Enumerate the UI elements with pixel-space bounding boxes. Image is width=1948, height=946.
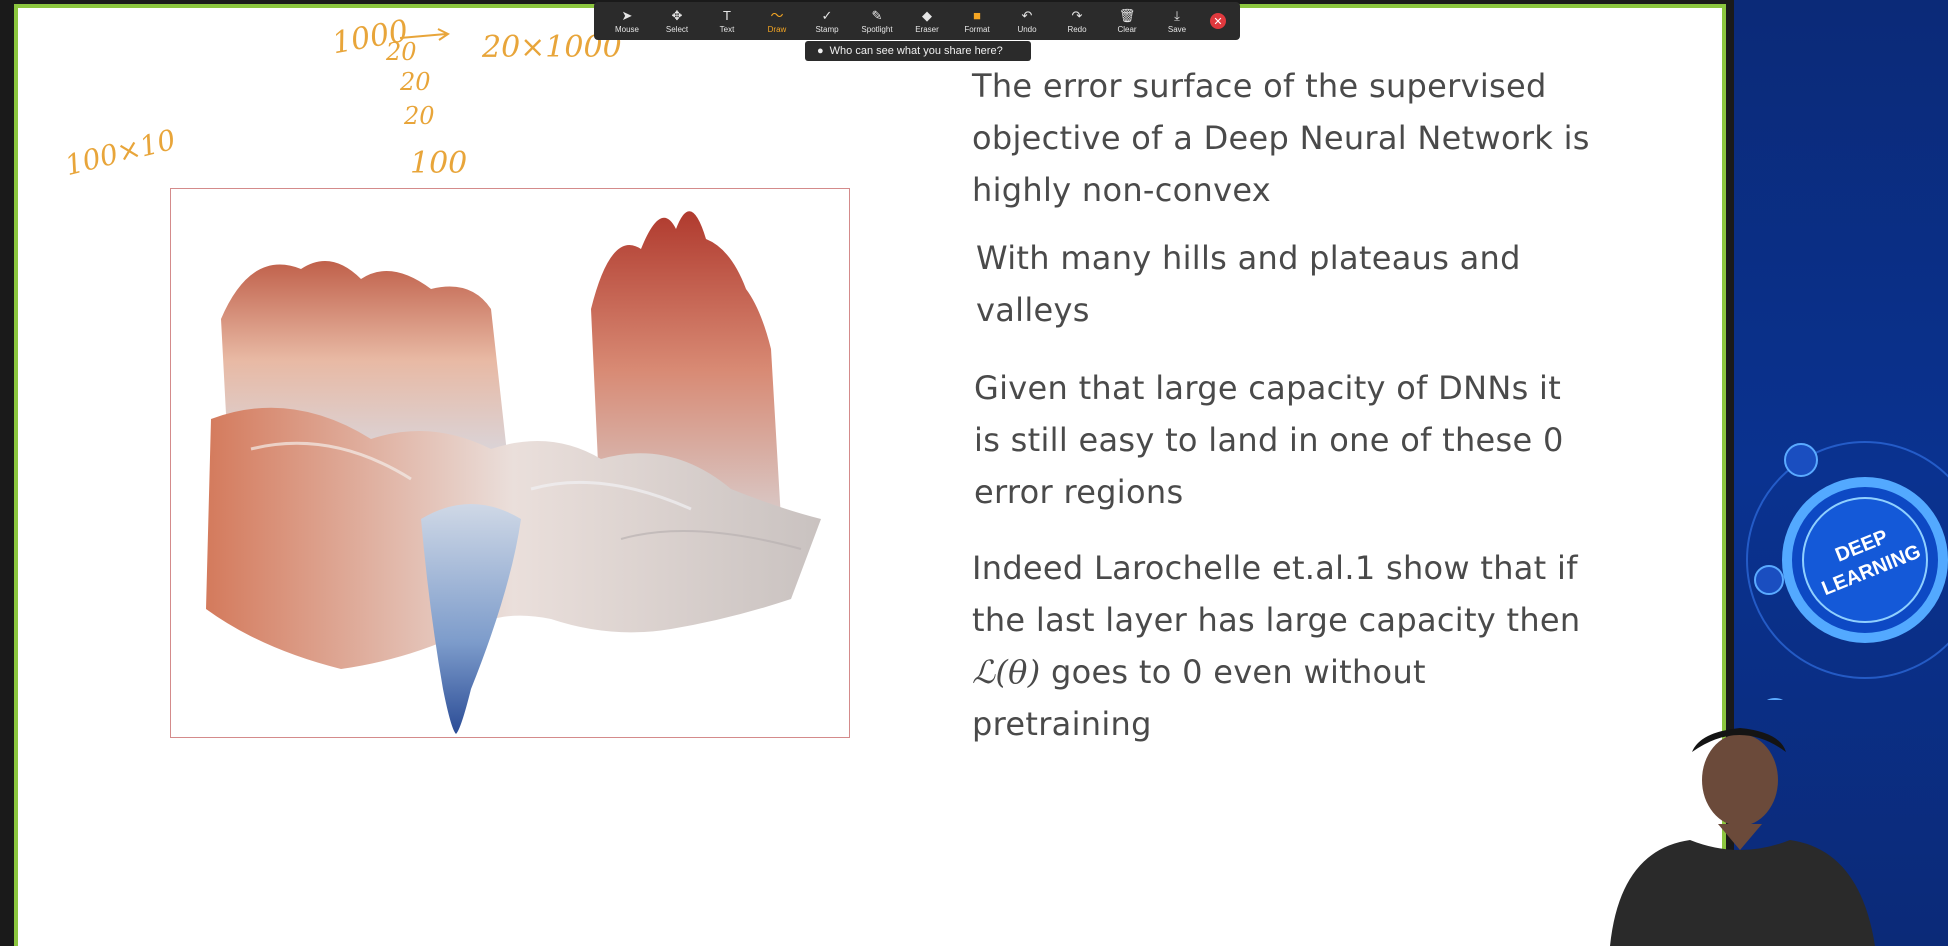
bullet-error-surface: The error surface of the supervised obje… <box>972 60 1632 216</box>
tool-clear[interactable]: 🗑 Clear <box>1102 4 1152 38</box>
tool-stamp[interactable]: ✓ Stamp <box>802 4 852 38</box>
tool-mouse[interactable]: ➤ Mouse <box>602 4 652 38</box>
eraser-icon: ◆ <box>922 7 932 23</box>
close-toolbar-button[interactable]: ✕ <box>1210 13 1226 29</box>
bullet-line: objective of a Deep Neural Network is <box>972 119 1590 157</box>
error-surface-figure <box>170 188 850 738</box>
annotation-20b: 20 <box>400 68 431 96</box>
stamp-check-icon: ✓ <box>821 7 833 23</box>
format-icon: ■ <box>973 7 981 23</box>
bullet-line: Indeed Larochelle et.al.1 show that if <box>972 549 1578 587</box>
bullet-line: error regions <box>974 473 1184 511</box>
annotation-20a: 20 <box>386 38 417 66</box>
trash-icon: 🗑 <box>1118 7 1136 23</box>
share-visibility-hint[interactable]: ● Who can see what you share here? <box>805 41 1031 61</box>
bullet-line: ℒ(θ) goes to 0 even without <box>972 653 1426 691</box>
undo-icon: ↶ <box>1021 7 1033 23</box>
bullet-line: the last layer has large capacity then <box>972 601 1581 639</box>
bullet-line: With many hills and plateaus and <box>976 239 1521 277</box>
bullet-line: is still easy to land in one of these 0 <box>974 421 1564 459</box>
spotlight-icon: ✎ <box>871 7 883 23</box>
tool-eraser[interactable]: ◆ Eraser <box>902 4 952 38</box>
node-icon <box>1754 565 1784 595</box>
bullet-capacity: Given that large capacity of DNNs it is … <box>974 362 1634 518</box>
save-icon: ⤓ <box>1174 7 1180 23</box>
tool-format[interactable]: ■ Format <box>952 4 1002 38</box>
presenter-video <box>1610 728 1875 946</box>
bullet-line: pretraining <box>972 705 1152 743</box>
bullet-hills-plateaus: With many hills and plateaus and valleys <box>976 232 1636 336</box>
tool-save[interactable]: ⤓ Save <box>1152 4 1202 38</box>
network-icon <box>1784 443 1818 477</box>
tool-undo[interactable]: ↶ Undo <box>1002 4 1052 38</box>
bullet-line: highly non-convex <box>972 171 1272 209</box>
annotation-toolbar: ➤ Mouse ✥ Select T Text 〜 Draw ✓ Stamp ✎ Spotl… <box>594 2 1240 40</box>
tool-select[interactable]: ✥ Select <box>652 4 702 38</box>
select-move-icon: ✥ <box>671 7 683 23</box>
annotation-20c: 20 <box>404 102 435 130</box>
bullet-line: Given that large capacity of DNNs it <box>974 369 1562 407</box>
tree-icon <box>1767 698 1783 700</box>
bullet-line: The error surface of the supervised <box>972 67 1547 105</box>
deep-learning-badge: DEEP LEARNING <box>1746 441 1948 700</box>
tool-spotlight[interactable]: ✎ Spotlight <box>852 4 902 38</box>
tool-redo[interactable]: ↷ Redo <box>1052 4 1102 38</box>
redo-icon: ↷ <box>1071 7 1083 23</box>
bullet-line: valleys <box>976 291 1090 329</box>
loss-formula: ℒ(θ) <box>972 653 1041 691</box>
tool-draw[interactable]: 〜 Draw <box>752 4 802 38</box>
tool-text[interactable]: T Text <box>702 4 752 38</box>
text-icon: T <box>723 7 731 23</box>
annotation-100: 100 <box>410 146 468 181</box>
close-icon: ✕ <box>1213 14 1223 28</box>
mouse-pointer-icon: ➤ <box>621 7 633 23</box>
bullet-larochelle: Indeed Larochelle et.al.1 show that if t… <box>972 542 1632 750</box>
draw-squiggle-icon: 〜 <box>770 7 784 23</box>
person-icon: ● <box>817 45 824 57</box>
